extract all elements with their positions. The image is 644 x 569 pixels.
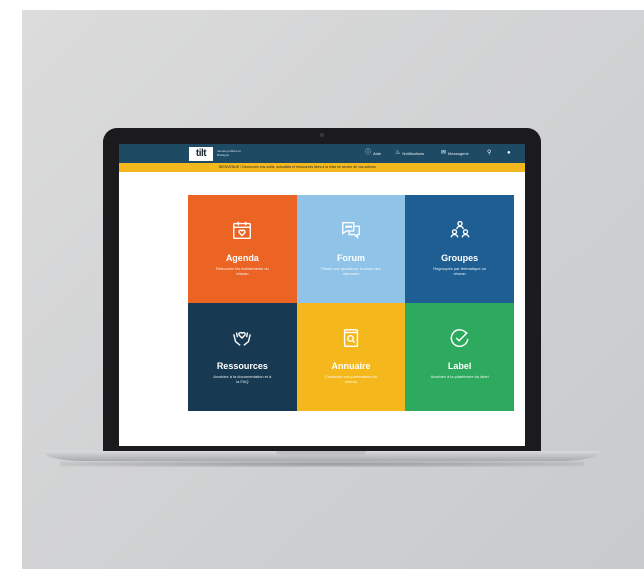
envelope-icon: ✉ (441, 150, 447, 156)
tile-label-desc: Accédez à la plateforme du label (430, 374, 489, 379)
user-icon: ● (507, 150, 511, 156)
search-icon: ⚲ (487, 150, 492, 156)
tile-annuaire[interactable]: Annuaire Contactez vos partenaires du ré… (296, 303, 406, 411)
tile-agenda-title: Agenda (225, 253, 259, 263)
welcome-banner: BIENVENUE ! Découvrez vos outils, actual… (119, 163, 525, 172)
laptop-base (43, 451, 601, 461)
tile-ressources-desc: Accédez à la documentation et à la FAQ (213, 374, 272, 384)
nav-messages-label: Messagerie (448, 150, 469, 156)
tile-annuaire-desc: Contactez vos partenaires du réseau (324, 374, 377, 384)
tile-forum-title: Forum (336, 253, 365, 263)
nav-messages[interactable]: ✉ Messagerie (441, 150, 469, 156)
tiles-grid: Agenda Retrouvez les événements du résea… (188, 195, 514, 411)
chat-bubbles-icon (338, 217, 364, 243)
tile-agenda[interactable]: Agenda Retrouvez les événements du résea… (188, 195, 297, 303)
nav-help-label: Aide (373, 150, 382, 156)
badge-check-icon (447, 325, 473, 351)
hands-heart-icon (229, 325, 255, 351)
nav-notifications-label: Notifications (402, 150, 425, 156)
tile-label[interactable]: Label Accédez à la plateforme du label (405, 303, 514, 411)
nav-search[interactable]: ⚲ (487, 150, 491, 156)
tile-groupes-desc: Regroupés par thématique ou réseau (433, 266, 487, 276)
tile-label-title: Label (447, 361, 472, 371)
laptop-screen: tilt Jeunes publics en Bretagne ⓘ Aide ♨… (119, 144, 525, 446)
laptop-base-notch (276, 451, 366, 455)
bell-icon: ♨ (395, 150, 401, 156)
tile-groupes-title: Groupes (441, 253, 479, 263)
tile-forum[interactable]: Forum Posez vos questions, trouvez des r… (296, 195, 406, 303)
tile-ressources[interactable]: Ressources Accédez à la documentation et… (188, 303, 297, 411)
top-navigation-bar: tilt Jeunes publics en Bretagne ⓘ Aide ♨… (119, 144, 525, 163)
nav-notifications[interactable]: ♨ Notifications (395, 150, 424, 156)
tilt-logo[interactable]: tilt (189, 147, 213, 161)
book-search-icon (338, 325, 364, 351)
tile-forum-desc: Posez vos questions, trouvez des réponse… (321, 266, 381, 276)
help-icon: ⓘ (365, 150, 372, 156)
calendar-heart-icon (229, 217, 255, 243)
logo-subtitle: Jeunes publics en Bretagne (217, 149, 242, 157)
laptop-shadow (60, 461, 584, 467)
tile-agenda-desc: Retrouvez les événements du réseau (215, 266, 269, 276)
nav-user[interactable]: ● (507, 150, 511, 156)
laptop-lid: tilt Jeunes publics en Bretagne ⓘ Aide ♨… (103, 128, 541, 451)
tile-groupes[interactable]: Groupes Regroupés par thématique ou rése… (405, 195, 514, 303)
camera-dot (320, 133, 324, 137)
tile-ressources-title: Ressources (216, 361, 268, 371)
users-group-icon (447, 217, 473, 243)
tile-annuaire-title: Annuaire (331, 361, 371, 371)
banner-text: BIENVENUE ! Découvrez vos outils, actual… (219, 165, 377, 169)
nav-help[interactable]: ⓘ Aide (365, 150, 381, 156)
